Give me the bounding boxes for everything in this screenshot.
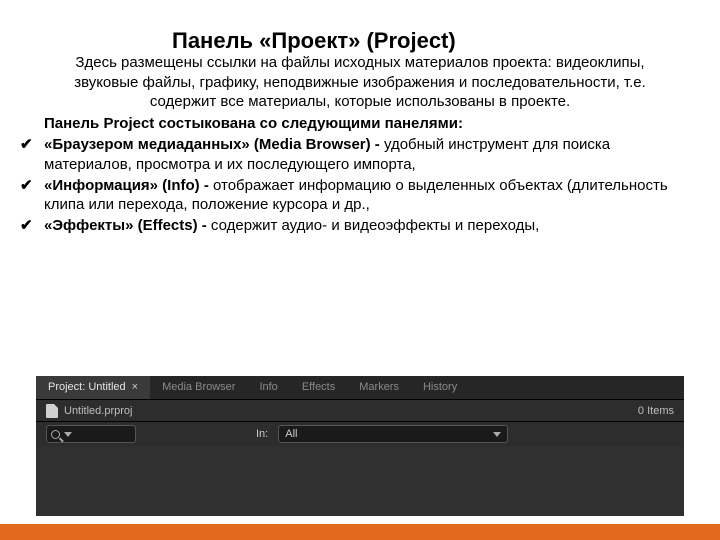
tab-history[interactable]: History bbox=[411, 376, 469, 399]
item-count: 0 Items bbox=[638, 405, 674, 417]
page-title: Панель «Проект» (Project) bbox=[44, 28, 676, 53]
close-icon[interactable]: × bbox=[132, 381, 138, 393]
chevron-down-icon bbox=[493, 432, 501, 437]
list-item: «Браузером медиаданных» (Media Browser) … bbox=[44, 135, 676, 175]
tab-markers[interactable]: Markers bbox=[347, 376, 411, 399]
project-panel-screenshot: Project: Untitled× Media Browser Info Ef… bbox=[36, 376, 684, 516]
tab-effects[interactable]: Effects bbox=[290, 376, 347, 399]
panel-tabs: Project: Untitled× Media Browser Info Ef… bbox=[36, 376, 684, 400]
list-item: «Информация» (Info) - отображает информа… bbox=[44, 176, 676, 216]
footer-accent bbox=[0, 524, 720, 540]
document-icon bbox=[46, 404, 58, 418]
tab-media-browser[interactable]: Media Browser bbox=[150, 376, 247, 399]
tab-project[interactable]: Project: Untitled× bbox=[36, 376, 150, 399]
intro-text: Здесь размещены ссылки на файлы исходных… bbox=[44, 53, 676, 112]
search-icon bbox=[51, 430, 60, 439]
in-select[interactable]: All bbox=[278, 425, 508, 443]
bullet-list: «Браузером медиаданных» (Media Browser) … bbox=[44, 135, 676, 236]
tab-info[interactable]: Info bbox=[247, 376, 289, 399]
list-item: «Эффекты» (Effects) - содержит аудио- и … bbox=[44, 216, 676, 236]
search-input[interactable] bbox=[46, 425, 136, 443]
subheading: Панель Project состыкована со следующими… bbox=[44, 114, 676, 134]
project-bin-area[interactable] bbox=[36, 446, 684, 516]
in-label: In: bbox=[256, 428, 268, 440]
project-filename: Untitled.prproj bbox=[64, 405, 132, 417]
chevron-down-icon[interactable] bbox=[64, 432, 72, 437]
